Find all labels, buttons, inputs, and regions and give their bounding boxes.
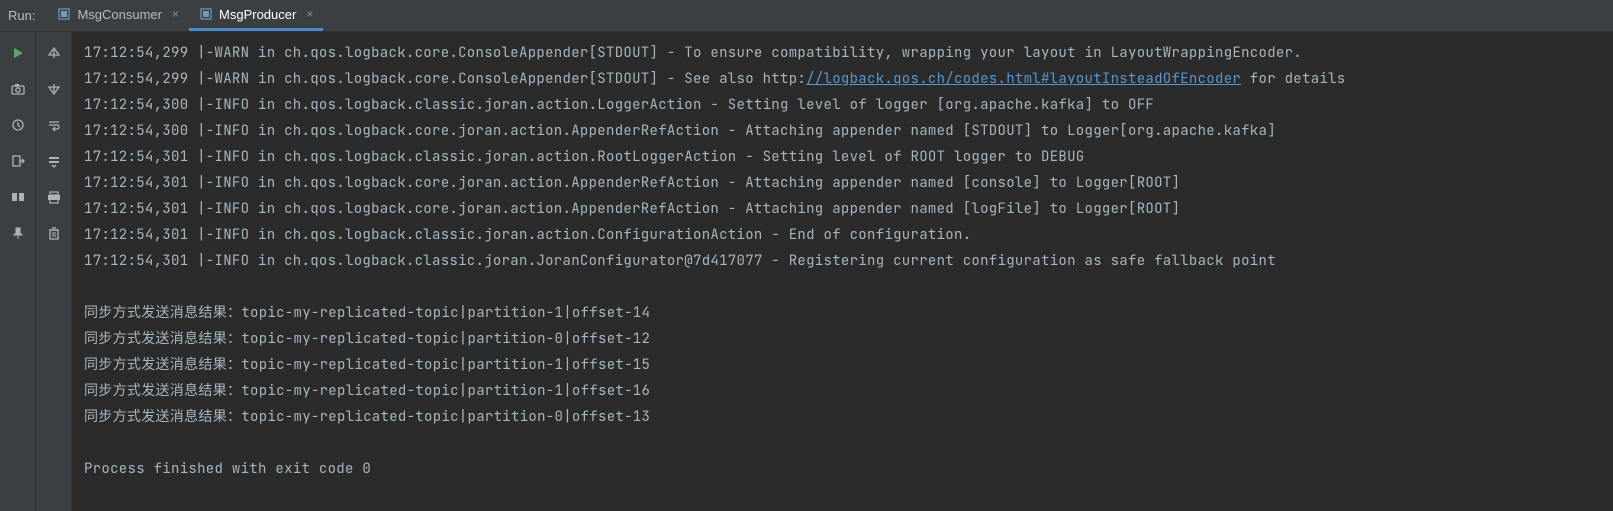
- log-line: 17:12:54,300 |-INFO in ch.qos.logback.cl…: [84, 92, 1601, 118]
- log-link[interactable]: //logback.qos.ch/codes.html#layoutInstea…: [806, 70, 1241, 88]
- log-line: 17:12:54,301 |-INFO in ch.qos.logback.cl…: [84, 248, 1601, 274]
- spring-boot-icon: [57, 7, 71, 21]
- output-line: 同步方式发送消息结果：topic-my-replicated-topic|par…: [84, 404, 1601, 430]
- log-line: 17:12:54,301 |-INFO in ch.qos.logback.co…: [84, 170, 1601, 196]
- log-line: 17:12:54,299 |-WARN in ch.qos.logback.co…: [84, 40, 1601, 66]
- log-line: 17:12:54,300 |-INFO in ch.qos.logback.co…: [84, 118, 1601, 144]
- log-line: 17:12:54,299 |-WARN in ch.qos.logback.co…: [84, 66, 1601, 92]
- camera-icon[interactable]: [7, 78, 29, 100]
- pin-icon[interactable]: [7, 222, 29, 244]
- close-icon[interactable]: ×: [306, 7, 313, 21]
- tab-label: MsgConsumer: [77, 7, 162, 22]
- output-line: 同步方式发送消息结果：topic-my-replicated-topic|par…: [84, 326, 1601, 352]
- exit-icon[interactable]: [7, 150, 29, 172]
- spring-boot-icon: [199, 7, 213, 21]
- up-arrow-icon[interactable]: [43, 42, 65, 64]
- output-line: 同步方式发送消息结果：topic-my-replicated-topic|par…: [84, 352, 1601, 378]
- scroll-icon[interactable]: [43, 150, 65, 172]
- tab-msgproducer[interactable]: MsgProducer ×: [189, 0, 323, 31]
- console-output[interactable]: 17:12:54,299 |-WARN in ch.qos.logback.co…: [72, 32, 1613, 511]
- trash-icon[interactable]: [43, 222, 65, 244]
- debug-icon[interactable]: [7, 114, 29, 136]
- blank-line: [84, 430, 1601, 456]
- main-area: 17:12:54,299 |-WARN in ch.qos.logback.co…: [0, 32, 1613, 511]
- close-icon[interactable]: ×: [172, 7, 179, 21]
- output-line: Process finished with exit code 0: [84, 456, 1601, 482]
- log-line: 17:12:54,301 |-INFO in ch.qos.logback.cl…: [84, 144, 1601, 170]
- down-arrow-icon[interactable]: [43, 78, 65, 100]
- tab-msgconsumer[interactable]: MsgConsumer ×: [47, 0, 189, 31]
- run-tool-window-header: Run: MsgConsumer × MsgProducer ×: [0, 0, 1613, 32]
- wrap-icon[interactable]: [43, 114, 65, 136]
- output-line: 同步方式发送消息结果：topic-my-replicated-topic|par…: [84, 378, 1601, 404]
- tab-label: MsgProducer: [219, 7, 296, 22]
- output-line: 同步方式发送消息结果：topic-my-replicated-topic|par…: [84, 300, 1601, 326]
- left-gutter-secondary: [36, 32, 72, 511]
- log-line: 17:12:54,301 |-INFO in ch.qos.logback.co…: [84, 196, 1601, 222]
- run-icon[interactable]: [7, 42, 29, 64]
- blank-line: [84, 274, 1601, 300]
- log-line: 17:12:54,301 |-INFO in ch.qos.logback.cl…: [84, 222, 1601, 248]
- print-icon[interactable]: [43, 186, 65, 208]
- layout-icon[interactable]: [7, 186, 29, 208]
- log-text: 17:12:54,299 |-WARN in ch.qos.logback.co…: [84, 70, 806, 88]
- left-gutter-primary: [0, 32, 36, 511]
- run-label: Run:: [8, 8, 35, 23]
- log-text: for details: [1241, 70, 1345, 88]
